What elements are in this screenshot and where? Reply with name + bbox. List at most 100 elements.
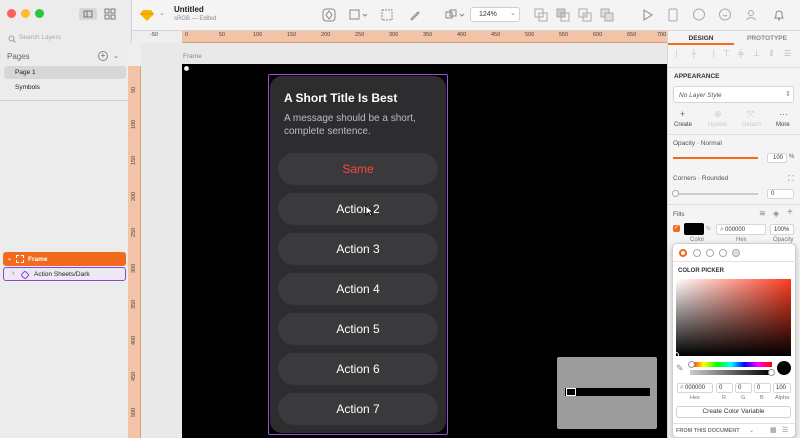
update-style-button[interactable]: Update — [708, 122, 727, 128]
tab-design[interactable]: DESIGN — [668, 31, 734, 45]
saturation-brightness-area[interactable] — [673, 279, 791, 358]
color-source-label[interactable]: FROM THIS DOCUMENT — [676, 428, 740, 434]
color-cursor[interactable] — [673, 352, 679, 358]
picker-g-field[interactable]: 0 — [735, 383, 752, 393]
action-button-5[interactable]: Action 5 — [278, 313, 438, 345]
list-view-icon[interactable]: ☰ — [782, 426, 788, 434]
corners-label[interactable]: Corners · Rounded — [673, 175, 728, 182]
align-left-icon[interactable]: ⎸ — [676, 49, 684, 59]
divider — [673, 261, 797, 262]
page-item-page-1[interactable]: Page 1 — [4, 66, 126, 79]
minimap-viewport[interactable] — [566, 388, 576, 396]
frame-label[interactable]: Frame — [183, 53, 202, 60]
align-right-icon[interactable]: ⎹ — [706, 49, 714, 59]
add-fill-icon[interactable]: + — [787, 207, 793, 218]
fill-type-icon[interactable]: % — [706, 226, 710, 232]
canvas-minimap[interactable] — [557, 357, 657, 429]
arrange-button[interactable] — [444, 8, 465, 22]
edit-button[interactable] — [408, 8, 422, 22]
layer-row-frame[interactable]: ⌄ Frame — [3, 252, 126, 266]
align-center-icon[interactable]: ┼ — [691, 49, 697, 58]
fill-type-solid-icon[interactable] — [679, 249, 687, 257]
users-button[interactable] — [744, 8, 758, 22]
comments-button[interactable] — [692, 8, 706, 22]
chevron-down-icon[interactable]: ⌄ — [749, 427, 754, 434]
align-bottom-icon[interactable]: ⊥ — [753, 49, 760, 58]
fill-color-swatch[interactable] — [684, 223, 704, 235]
align-middle-icon[interactable]: ╪ — [738, 49, 744, 58]
hue-knob[interactable] — [688, 361, 695, 368]
fill-hex-field[interactable]: # 000000 — [716, 224, 766, 235]
detach-style-button[interactable]: Detach — [742, 122, 761, 128]
chevron-right-icon[interactable]: › — [12, 270, 14, 277]
frame-origin-handle[interactable] — [184, 66, 189, 71]
chevron-down-icon[interactable]: ⌄ — [159, 9, 165, 17]
fill-opacity-field[interactable]: 100% — [770, 224, 794, 235]
vertical-ruler[interactable]: 50 100 150 200 250 300 350 400 450 500 — [128, 43, 141, 438]
fill-type-radial-icon[interactable] — [706, 249, 714, 257]
corners-field[interactable]: 0 — [767, 189, 794, 199]
action-button-6[interactable]: Action 6 — [278, 353, 438, 385]
distribute-vertical-icon[interactable]: ☰ — [784, 49, 791, 58]
chevron-down-icon[interactable]: ⌄ — [7, 255, 12, 262]
difference-button[interactable] — [600, 8, 614, 22]
cloud-button[interactable] — [718, 8, 732, 22]
picker-alpha-field[interactable]: 100 — [773, 383, 791, 393]
union-button[interactable] — [534, 8, 548, 22]
create-style-button[interactable]: Create — [674, 122, 692, 128]
preview-button[interactable] — [640, 8, 654, 22]
picker-r-field[interactable]: 0 — [716, 383, 733, 393]
alpha-slider[interactable] — [690, 370, 772, 375]
fill-type-angular-icon[interactable] — [719, 249, 727, 257]
action-button-3[interactable]: Action 3 — [278, 233, 438, 265]
distribute-horizontal-icon[interactable]: ⫴ — [770, 49, 773, 59]
action-button-same[interactable]: Same — [278, 153, 438, 185]
grid-view-icon[interactable]: ▦ — [770, 426, 777, 434]
subtract-button[interactable] — [556, 8, 570, 22]
fill-type-linear-icon[interactable] — [693, 249, 701, 257]
picker-hex-field[interactable]: # 000000 — [677, 383, 713, 393]
picker-b-field[interactable]: 0 — [754, 383, 771, 393]
scale-button[interactable] — [380, 8, 394, 22]
layer-style-select[interactable]: No Layer Style ⇕ — [673, 86, 794, 103]
layer-search[interactable]: Search Layers — [6, 33, 126, 45]
notifications-button[interactable] — [772, 8, 786, 22]
fill-enabled-checkbox[interactable]: ✓ — [673, 225, 680, 232]
eyedropper-icon[interactable]: ✎ — [676, 363, 684, 374]
add-page-icon[interactable]: + — [98, 51, 108, 61]
action-button-7[interactable]: Action 7 — [278, 393, 438, 425]
layer-row-action-sheets-dark[interactable]: › Action Sheets/Dark — [3, 267, 126, 281]
symbol-button[interactable] — [322, 8, 336, 22]
opacity-slider[interactable] — [673, 157, 758, 159]
chevron-down-icon[interactable]: ⌄ — [113, 52, 119, 60]
insert-button[interactable] — [140, 8, 154, 22]
close-window-button[interactable] — [7, 9, 16, 18]
zoom-select[interactable]: 124% ⌄ — [470, 7, 520, 22]
horizontal-ruler[interactable]: -50 0 50 100 150 200 250 300 350 400 450… — [132, 31, 667, 43]
search-input[interactable]: Search Layers — [19, 34, 61, 41]
action-button-2[interactable]: Action 2 — [278, 193, 438, 225]
mask-button[interactable] — [348, 8, 368, 22]
mirror-button[interactable] — [666, 8, 680, 22]
hue-slider[interactable] — [690, 362, 772, 367]
more-style-button[interactable]: More — [776, 122, 790, 128]
alpha-knob[interactable] — [768, 369, 775, 376]
create-color-variable-button[interactable]: Create Color Variable — [676, 406, 791, 418]
opacity-field[interactable]: 100 — [767, 153, 787, 163]
fill-type-image-icon[interactable] — [732, 249, 740, 257]
zoom-window-button[interactable] — [35, 9, 44, 18]
color-style-icon[interactable]: ◈ — [773, 209, 779, 218]
corners-slider[interactable] — [673, 193, 758, 195]
minimize-window-button[interactable] — [21, 9, 30, 18]
toggle-sidebar-button[interactable] — [79, 8, 97, 20]
action-button-4[interactable]: Action 4 — [278, 273, 438, 305]
intersect-button[interactable] — [578, 8, 592, 22]
tab-prototype[interactable]: PROTOTYPE — [734, 31, 800, 45]
slider-knob[interactable] — [672, 190, 679, 197]
align-top-icon[interactable]: ⊤ — [723, 49, 730, 58]
components-button[interactable] — [104, 8, 116, 20]
layers-icon[interactable]: ≋ — [759, 209, 766, 218]
opacity-label[interactable]: Opacity · Normal — [673, 140, 722, 147]
corner-expand-icon[interactable]: ⛶ — [788, 174, 794, 184]
page-item-symbols[interactable]: Symbols — [4, 81, 126, 94]
